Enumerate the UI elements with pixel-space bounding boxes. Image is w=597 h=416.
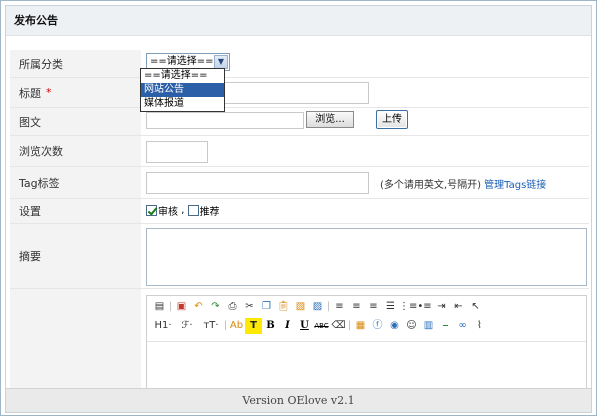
window-frame: 发布公告 所属分类 ==请选择== ▼ 标题 * 图文 浏览... 上传 浏览次… bbox=[0, 0, 597, 416]
strikethrough-button[interactable]: ABC bbox=[313, 318, 330, 334]
views-label: 浏览次数 bbox=[10, 136, 141, 166]
eraser-icon[interactable]: ⌫ bbox=[330, 318, 347, 334]
browse-button[interactable]: 浏览... bbox=[306, 111, 354, 128]
audit-checkbox[interactable] bbox=[146, 205, 157, 216]
tags-hint-text: (多个请用英文,号隔开) bbox=[380, 180, 481, 191]
align-left-icon[interactable]: ≡ bbox=[331, 299, 348, 315]
heading-dropdown[interactable]: H1· bbox=[151, 318, 175, 334]
undo-icon[interactable]: ↶ bbox=[190, 299, 207, 315]
required-mark: * bbox=[46, 86, 52, 99]
category-row: 所属分类 ==请选择== ▼ bbox=[10, 50, 589, 78]
source-icon[interactable]: ▤ bbox=[151, 299, 168, 315]
outdent-icon[interactable]: ⇤ bbox=[450, 299, 467, 315]
tags-row: Tag标签 (多个请用英文,号隔开) 管理Tags链接 bbox=[10, 167, 589, 199]
image-label: 图文 bbox=[10, 108, 141, 135]
align-right-icon[interactable]: ≡ bbox=[365, 299, 382, 315]
unordered-list-icon[interactable]: •≡ bbox=[416, 299, 433, 315]
copy-icon[interactable]: ❐ bbox=[258, 299, 275, 315]
tags-input[interactable] bbox=[146, 172, 369, 194]
category-label: 所属分类 bbox=[10, 50, 141, 77]
font-dropdown[interactable]: ℱ· bbox=[175, 318, 199, 334]
summary-label: 摘要 bbox=[10, 224, 141, 288]
content-label bbox=[10, 289, 141, 390]
chevron-down-icon[interactable]: ▼ bbox=[214, 55, 228, 69]
category-selected-value: ==请选择== bbox=[150, 56, 214, 67]
title-row: 标题 * bbox=[10, 78, 589, 108]
settings-options: 审核 , 推荐 bbox=[146, 203, 220, 218]
rich-text-editor[interactable]: ▤ | ▣ ↶ ↷ ⎙ ✂ ❐ 📋︎ ▧ ▨ | ≡ ≡ ≡ ☰ ⋮≡ •≡ ⇥… bbox=[146, 295, 587, 394]
settings-row: 设置 审核 , 推荐 bbox=[10, 199, 589, 224]
views-row: 浏览次数 bbox=[10, 136, 589, 167]
paste-icon[interactable]: 📋︎ bbox=[275, 299, 292, 315]
footer: Version OElove v2.1 bbox=[6, 388, 591, 412]
image-icon[interactable]: ▦ bbox=[352, 318, 369, 334]
flash-icon[interactable]: ⓕ bbox=[369, 318, 386, 334]
category-dropdown: ==请选择== 网站公告 媒体报道 bbox=[140, 68, 225, 112]
ordered-list-icon[interactable]: ⋮≡ bbox=[399, 299, 417, 315]
font-size-dropdown[interactable]: тT· bbox=[199, 318, 223, 334]
recommend-checkbox[interactable] bbox=[187, 205, 199, 216]
settings-label: 设置 bbox=[10, 199, 141, 223]
settings-separator: , bbox=[181, 205, 185, 216]
cut-icon[interactable]: ✂ bbox=[241, 299, 258, 315]
editor-toolbar-row-2: H1· ℱ· тT· | Ab T B I U ABC ⌫ | ▦ ⓕ ◉ ☺ … bbox=[151, 318, 488, 334]
recommend-label: 推荐 bbox=[199, 207, 220, 218]
highlight-button[interactable]: T bbox=[245, 318, 262, 334]
template-icon[interactable]: ▣ bbox=[173, 299, 190, 315]
emoticon-icon[interactable]: ☺ bbox=[403, 318, 420, 334]
print-icon[interactable]: ⎙ bbox=[224, 299, 241, 315]
text-color-button[interactable]: Ab bbox=[228, 318, 245, 334]
unlink-icon[interactable]: ⌇ bbox=[471, 318, 488, 334]
justify-icon[interactable]: ☰ bbox=[382, 299, 399, 315]
audit-label: 审核 bbox=[158, 207, 178, 218]
upload-button[interactable]: 上传 bbox=[376, 110, 408, 129]
summary-textarea[interactable] bbox=[146, 228, 587, 286]
views-input[interactable] bbox=[146, 141, 208, 163]
content-row: ▤ | ▣ ↶ ↷ ⎙ ✂ ❐ 📋︎ ▧ ▨ | ≡ ≡ ≡ ☰ ⋮≡ •≡ ⇥… bbox=[10, 289, 589, 394]
image-path-input[interactable] bbox=[146, 112, 304, 129]
media-icon[interactable]: ◉ bbox=[386, 318, 403, 334]
category-option[interactable]: ==请选择== bbox=[141, 69, 224, 83]
form-panel: 发布公告 所属分类 ==请选择== ▼ 标题 * 图文 浏览... 上传 浏览次… bbox=[5, 5, 592, 413]
select-icon[interactable]: ↖ bbox=[467, 299, 484, 315]
paste-word-icon[interactable]: ▨ bbox=[309, 299, 326, 315]
tags-hint: (多个请用英文,号隔开) 管理Tags链接 bbox=[380, 176, 546, 191]
image-row: 图文 浏览... 上传 bbox=[10, 108, 589, 136]
tags-label: Tag标签 bbox=[10, 167, 141, 198]
editor-toolbar-divider bbox=[147, 341, 586, 342]
align-center-icon[interactable]: ≡ bbox=[348, 299, 365, 315]
summary-row: 摘要 bbox=[10, 224, 589, 289]
panel-title: 发布公告 bbox=[6, 6, 591, 36]
paste-text-icon[interactable]: ▧ bbox=[292, 299, 309, 315]
manage-tags-link[interactable]: 管理Tags链接 bbox=[484, 180, 546, 191]
bold-button[interactable]: B bbox=[262, 318, 279, 334]
editor-toolbar-row-1: ▤ | ▣ ↶ ↷ ⎙ ✂ ❐ 📋︎ ▧ ▨ | ≡ ≡ ≡ ☰ ⋮≡ •≡ ⇥… bbox=[151, 299, 484, 315]
underline-button[interactable]: U bbox=[296, 318, 313, 334]
category-option[interactable]: 媒体报道 bbox=[141, 97, 224, 111]
indent-icon[interactable]: ⇥ bbox=[433, 299, 450, 315]
table-icon[interactable]: ▥ bbox=[420, 318, 437, 334]
redo-icon[interactable]: ↷ bbox=[207, 299, 224, 315]
italic-button[interactable]: I bbox=[279, 318, 296, 334]
title-label: 标题 * bbox=[10, 78, 141, 107]
hr-icon[interactable]: ⎯ bbox=[437, 318, 454, 334]
link-icon[interactable]: ∞ bbox=[454, 318, 471, 334]
category-option-selected[interactable]: 网站公告 bbox=[141, 83, 224, 97]
